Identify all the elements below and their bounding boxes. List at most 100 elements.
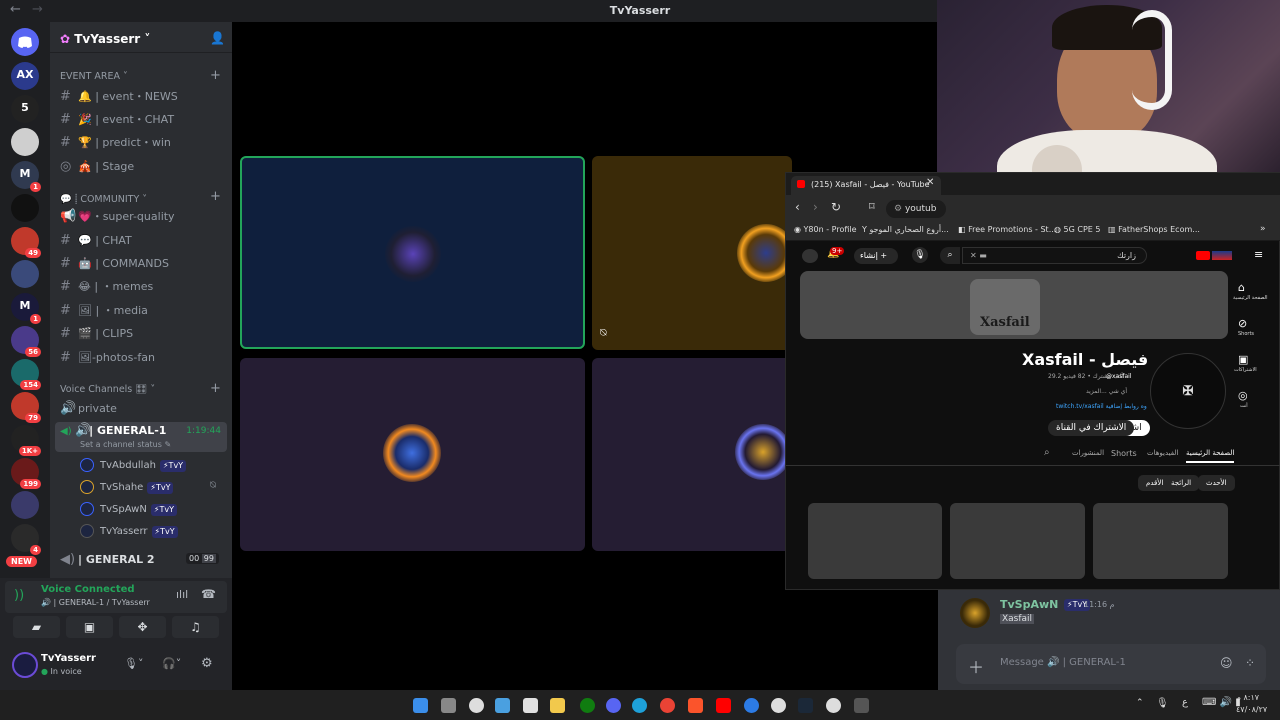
voice-user[interactable]: TvYasserr ⚡TvY [80, 522, 178, 542]
add-channel-icon[interactable]: + [210, 381, 221, 396]
voice-channel-private[interactable]: 🔊 private [60, 400, 117, 418]
channel-super-quality[interactable]: 📢 💗・super-quality [60, 208, 175, 226]
app-icon[interactable] [495, 698, 510, 713]
channel-about[interactable]: أي شي ...المزيد [1086, 388, 1127, 395]
xbox-icon[interactable] [580, 698, 595, 713]
video-tile[interactable]: ⍉ [592, 156, 792, 350]
server-icon[interactable]: 154 [11, 359, 41, 390]
server-name[interactable]: ✿ TvYasserr ˅ [60, 32, 150, 46]
bookmark-item[interactable]: ▥ FatherShops Ecom... [1108, 225, 1200, 234]
network-volume-icon[interactable]: ⌨ 🔊 ▮ [1202, 697, 1241, 708]
server-icon[interactable] [11, 194, 39, 222]
app-icon[interactable] [744, 698, 759, 713]
steam-icon[interactable] [798, 698, 813, 713]
video-thumbnail[interactable] [950, 503, 1085, 579]
channel-predict-win[interactable]: # 🏆 | predict・win [60, 134, 171, 152]
bookmarks-overflow-icon[interactable]: » [1260, 224, 1266, 234]
bookmark-item[interactable]: Y أروع الصحاري الموجو... [862, 225, 949, 234]
language-indicator[interactable]: ع [1182, 697, 1188, 708]
youtube-logo-icon[interactable] [1196, 251, 1210, 260]
server-icon[interactable]: M1 [11, 293, 41, 324]
server-icon[interactable]: 49 [11, 227, 41, 258]
microphone-icon[interactable]: 🎙˅ [124, 657, 143, 670]
clock-date[interactable]: ٤٧/٠٨/٢٧ [1236, 705, 1267, 714]
voice-user[interactable]: TvAbdullah ⚡TvY [80, 456, 187, 476]
emoji-icon[interactable]: ☺ [1220, 656, 1233, 670]
settings-gear-icon[interactable]: ⚙ [201, 656, 213, 671]
voice-channel-general-1[interactable]: ◀) 🔊| GENERAL-1 1:19:44 Set a channel st… [55, 422, 227, 452]
headphones-icon[interactable]: 🎧˅ [162, 657, 181, 670]
youtube-icon[interactable] [716, 698, 731, 713]
camera-off-button[interactable]: ▰ [13, 616, 60, 638]
browser-tab[interactable]: (215) Xasfail - فيصل - YouTube [791, 176, 941, 195]
category-community[interactable]: 💬 ⸽ COMMUNITY ˅ [60, 192, 147, 205]
video-thumbnail[interactable] [1093, 503, 1228, 579]
channel-photos-fan[interactable]: # 🖼-photos-fan [60, 349, 155, 367]
message-input[interactable]: Message 🔊 | GENERAL-1 [1000, 657, 1126, 668]
search-icon[interactable]: ⌕ [1044, 447, 1050, 458]
discord-icon[interactable] [606, 698, 621, 713]
category-voice-channels[interactable]: Voice Channels 🎛 ˅ [60, 384, 155, 395]
youtube-search-input[interactable]: ✕ ▬ زارتك [962, 247, 1147, 264]
add-channel-icon[interactable]: + [210, 68, 221, 83]
server-icon[interactable] [11, 260, 39, 288]
signal-icon[interactable]: )) [14, 588, 24, 603]
server-icon[interactable] [11, 491, 39, 519]
task-view-icon[interactable] [441, 698, 456, 713]
edge-icon[interactable] [632, 698, 647, 713]
channel-event-chat[interactable]: # 🎉 | event・CHAT [60, 111, 174, 129]
video-tile[interactable] [240, 358, 585, 551]
channel-commands[interactable]: # 🤖 | COMMANDS [60, 255, 169, 273]
tray-chevron-icon[interactable]: ⌃ [1136, 698, 1144, 708]
channel-stage[interactable]: ◎ 🎪 | Stage [60, 158, 134, 176]
avatar[interactable] [12, 652, 38, 678]
join-button[interactable]: الاشتراك في القناة [1048, 420, 1135, 436]
soundboard-button[interactable]: ♫ [172, 616, 219, 638]
chrome-icon[interactable] [660, 698, 675, 713]
chip-latest[interactable]: الأحدث [1198, 475, 1235, 491]
video-tile[interactable] [592, 358, 792, 551]
search-icon[interactable]: ⌕ [940, 247, 960, 264]
clock-time[interactable]: ٨:١٧ م [1236, 693, 1259, 702]
back-icon[interactable]: ‹ [795, 200, 800, 214]
add-attachment-icon[interactable]: ＋ [968, 654, 984, 678]
tab-videos[interactable]: الفيديوهات [1147, 449, 1178, 457]
server-icon[interactable]: 5 [11, 95, 39, 123]
home-icon[interactable]: ⌂ [1238, 281, 1245, 294]
server-icon[interactable]: 1K+ [11, 425, 41, 456]
avatar[interactable] [802, 249, 818, 263]
server-icon[interactable]: 79 [11, 392, 41, 423]
store-icon[interactable] [523, 698, 538, 713]
bookmark-item[interactable]: ◉ Y80n - Profile [794, 225, 857, 234]
start-icon[interactable] [413, 698, 428, 713]
chip-oldest[interactable]: الأقدم [1138, 475, 1172, 491]
channel-clips[interactable]: # 🎬 | CLIPS [60, 325, 133, 343]
microphone-icon[interactable]: 🎙 [912, 247, 928, 263]
app-icon[interactable] [854, 698, 869, 713]
server-icon[interactable] [11, 128, 39, 156]
voice-user[interactable]: TvSpAwN ⚡TvY [80, 500, 177, 520]
tab-posts[interactable]: المنشورات [1072, 449, 1104, 457]
add-member-icon[interactable]: 👤 [210, 31, 225, 45]
video-thumbnail[interactable] [808, 503, 942, 579]
apps-icon[interactable]: ⁘ [1245, 656, 1255, 670]
channel-link[interactable]: twitch.tv/xasfail وه روابط إضافية [1056, 403, 1147, 410]
subscriptions-icon[interactable]: ▣ [1238, 353, 1248, 366]
avatar[interactable] [960, 598, 990, 628]
sidenav-home[interactable]: الصفحة الرئيسية [1233, 295, 1268, 301]
close-tab-icon[interactable]: ✕ [926, 177, 934, 188]
channel-status-hint[interactable]: Set a channel status ✎ [80, 436, 171, 454]
server-icon[interactable]: 56 [11, 326, 41, 357]
tab-shorts[interactable]: Shorts [1111, 449, 1137, 458]
app-icon[interactable] [771, 698, 786, 713]
microphone-icon[interactable]: 🎙 [1156, 698, 1169, 709]
voice-connected-channel[interactable]: 🔊 | GENERAL-1 / TvYasserr [41, 598, 150, 607]
server-icon[interactable]: AX [11, 62, 39, 90]
channel-event-news[interactable]: # 🔔 | event・NEWS [60, 88, 178, 106]
screen-share-button[interactable]: ▣ [66, 616, 113, 638]
bookmark-icon[interactable]: ⌑ [869, 200, 875, 213]
message-author[interactable]: TvSpAwN [1000, 598, 1058, 611]
discord-home-icon[interactable] [11, 28, 39, 56]
shorts-icon[interactable]: ⊘ [1238, 317, 1247, 330]
video-tile-speaking[interactable] [240, 156, 585, 349]
